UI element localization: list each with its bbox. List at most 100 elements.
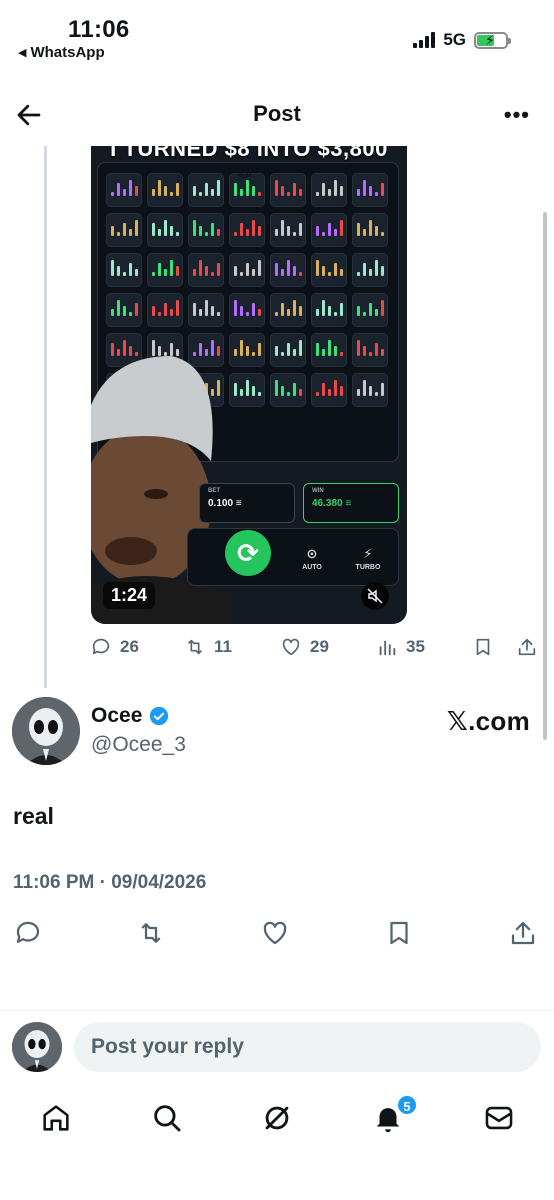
- game-cell: [311, 373, 347, 407]
- mute-icon[interactable]: [361, 582, 389, 610]
- game-cell: [352, 173, 388, 207]
- turbo-button[interactable]: ⚡ TURBO: [351, 546, 385, 571]
- status-time: 11:06: [68, 16, 130, 43]
- like-action[interactable]: 29: [280, 636, 329, 658]
- back-to-app-link[interactable]: ◀ WhatsApp: [18, 44, 105, 61]
- page-title: Post: [253, 101, 301, 126]
- game-cell: [147, 173, 183, 207]
- game-cell: [229, 213, 265, 247]
- views-count: 35: [406, 637, 425, 656]
- back-triangle-icon: ◀: [18, 47, 27, 59]
- status-bar: 11:06 ◀ WhatsApp 5G ⚡: [0, 0, 554, 70]
- game-cell: [229, 253, 265, 287]
- video-duration: 1:24: [103, 582, 156, 609]
- reply-input[interactable]: Post your reply: [74, 1022, 541, 1072]
- game-cell: [352, 253, 388, 287]
- turbo-label: TURBO: [355, 564, 381, 571]
- repost-count: 11: [214, 637, 232, 656]
- spin-button[interactable]: ⟳: [225, 530, 271, 576]
- views-action[interactable]: 35: [376, 636, 425, 658]
- game-cell: [352, 293, 388, 327]
- game-cell: [188, 213, 224, 247]
- thread-line: [44, 146, 47, 688]
- game-cell: [106, 253, 142, 287]
- game-cell: [229, 293, 265, 327]
- game-cell: [188, 173, 224, 207]
- repost-action[interactable]: 11: [184, 636, 232, 658]
- my-avatar[interactable]: [12, 1022, 62, 1072]
- game-cell: [311, 293, 347, 327]
- auto-button[interactable]: ⊙ AUTO: [295, 546, 329, 571]
- more-options-icon[interactable]: •••: [504, 102, 530, 128]
- bookmark-action[interactable]: [472, 636, 494, 658]
- author-avatar[interactable]: [12, 697, 80, 765]
- repost-icon: [187, 639, 203, 655]
- share-icon[interactable]: [508, 918, 538, 948]
- auto-icon: ⊙: [306, 546, 318, 561]
- bet-value: 0.100 ≡: [208, 498, 242, 509]
- game-cell: [270, 173, 306, 207]
- game-cell: [147, 213, 183, 247]
- post-text: real: [13, 803, 54, 829]
- game-cell: [188, 253, 224, 287]
- heart-icon[interactable]: [260, 918, 290, 948]
- game-cell: [352, 373, 388, 407]
- win-value: 46.380 ≡: [312, 498, 352, 509]
- notifications-badge: 5: [396, 1094, 418, 1116]
- game-cell: [311, 333, 347, 367]
- game-cell: [147, 253, 183, 287]
- x-com-source[interactable]: 𝕏.com: [447, 706, 530, 737]
- game-cell: [311, 253, 347, 287]
- game-cell: [311, 213, 347, 247]
- repost-icon[interactable]: [136, 918, 166, 948]
- game-cell: [352, 213, 388, 247]
- bottom-nav: [0, 1094, 554, 1144]
- share-action[interactable]: [516, 636, 538, 658]
- verified-badge-icon: [150, 706, 169, 726]
- status-indicators: 5G ⚡: [413, 30, 511, 50]
- auto-label: AUTO: [302, 564, 322, 571]
- author-name: Ocee: [91, 704, 143, 727]
- reply-count: 26: [120, 637, 139, 656]
- reply-icon[interactable]: [13, 918, 43, 948]
- game-cell: [106, 173, 142, 207]
- post-timestamp: 11:06 PM · 09/04/2026: [13, 872, 207, 893]
- game-cell: [229, 333, 265, 367]
- battery-icon: ⚡: [474, 31, 511, 49]
- grok-icon[interactable]: [260, 1101, 294, 1135]
- post-actions: [0, 918, 554, 948]
- game-cell: [311, 173, 347, 207]
- bolt-icon: ⚡: [363, 546, 373, 561]
- like-count: 29: [310, 637, 329, 656]
- x-com-domain: .com: [468, 706, 530, 736]
- reply-icon: [92, 638, 110, 655]
- messages-icon[interactable]: [482, 1101, 516, 1135]
- game-cell: [270, 293, 306, 327]
- game-cell: [352, 333, 388, 367]
- home-icon[interactable]: [39, 1101, 73, 1135]
- heart-icon: [282, 638, 300, 656]
- author-name-row[interactable]: Ocee: [91, 704, 170, 728]
- game-cell: [270, 253, 306, 287]
- x-logo: 𝕏: [446, 707, 469, 737]
- game-cell: [270, 333, 306, 367]
- top-bar: Post •••: [0, 92, 554, 136]
- scrollbar[interactable]: [543, 212, 547, 740]
- bookmark-icon[interactable]: [384, 918, 414, 948]
- skull-avatar-icon: [12, 1022, 62, 1072]
- sweat-emoji-icon: 😨: [236, 164, 253, 181]
- video-player[interactable]: I TURNED $8 INTO $3,800 😨 BET 0.100 ≡ WI…: [91, 146, 407, 624]
- reply-action[interactable]: 26: [90, 636, 139, 658]
- bet-box[interactable]: BET 0.100 ≡: [199, 483, 295, 523]
- game-cell: [106, 213, 142, 247]
- author-handle[interactable]: @Ocee_3: [91, 733, 186, 757]
- video-caption: I TURNED $8 INTO $3,800: [110, 146, 388, 161]
- bookmark-icon: [476, 638, 490, 656]
- bet-row: BET 0.100 ≡ WIN 46.380 ≡: [199, 483, 399, 523]
- search-icon[interactable]: [150, 1101, 184, 1135]
- views-icon: [379, 640, 396, 656]
- signal-icon: [413, 32, 436, 48]
- bet-label: BET: [208, 488, 220, 494]
- game-cell: [270, 213, 306, 247]
- back-app-label: WhatsApp: [30, 44, 105, 61]
